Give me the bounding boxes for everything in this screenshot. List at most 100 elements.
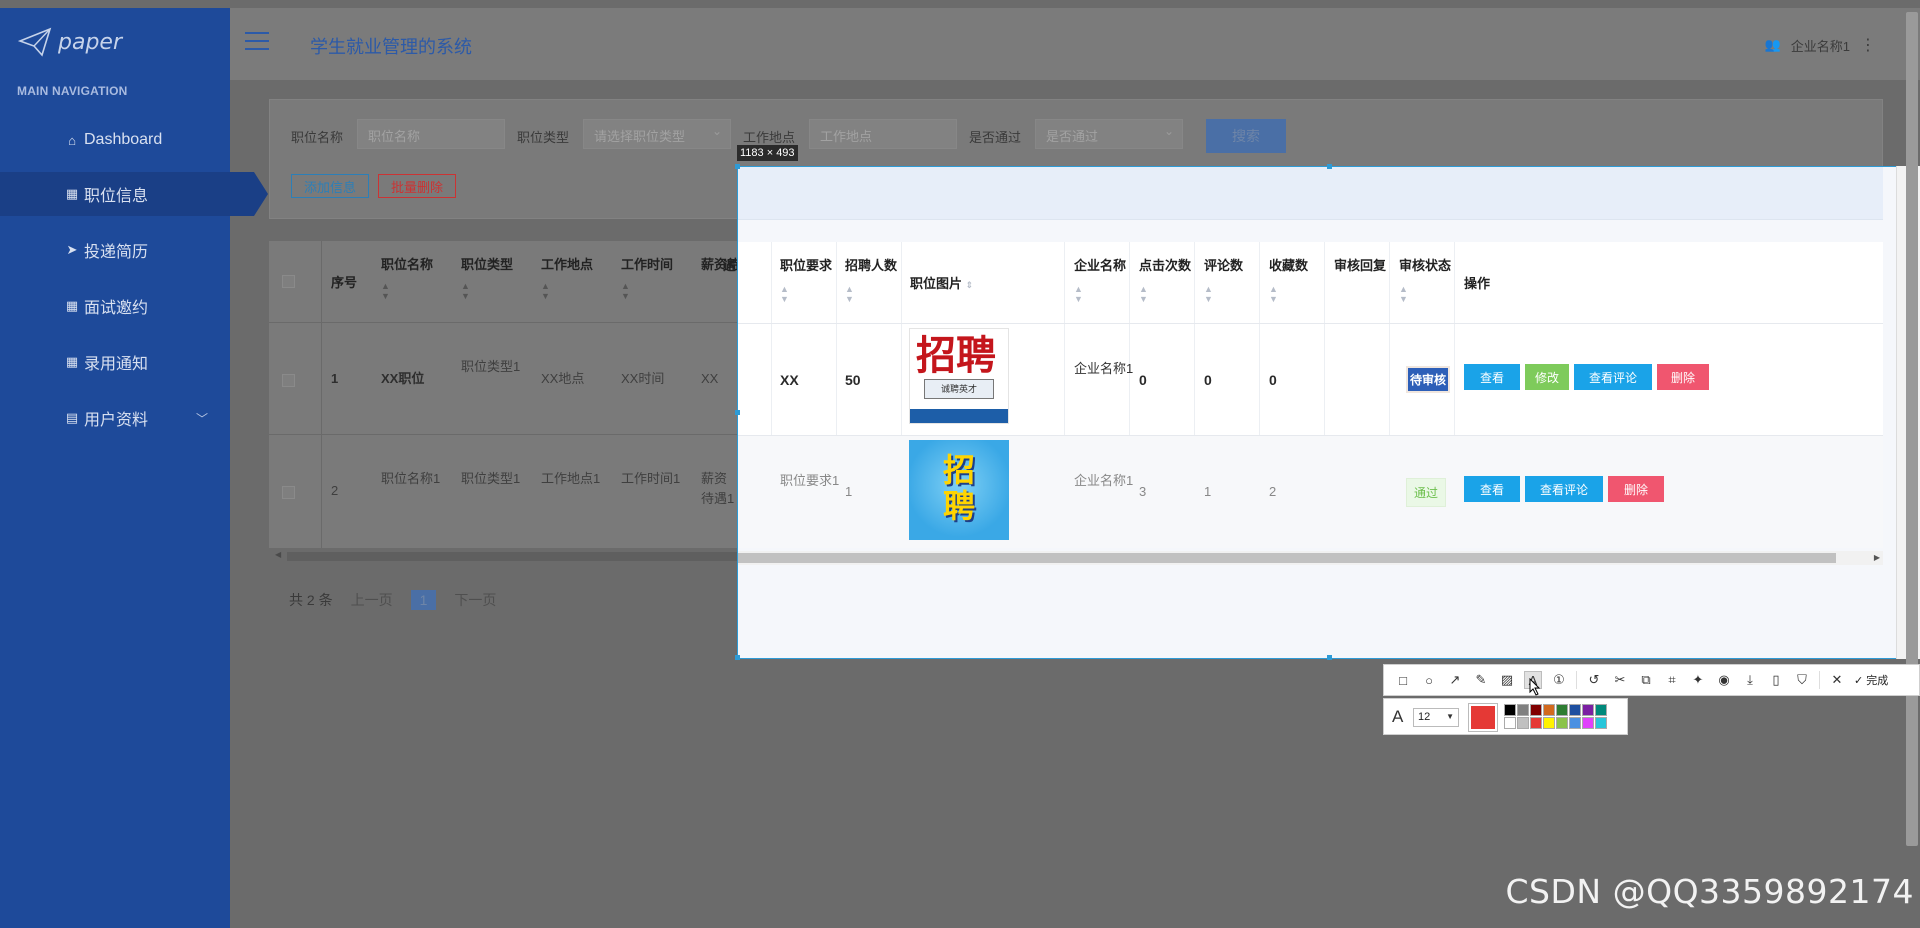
delete-button[interactable]: 删除 (1608, 476, 1664, 502)
sort-icon[interactable]: ▲ ▼ (461, 281, 513, 301)
menu-toggle-icon[interactable] (245, 32, 269, 50)
sort-icon[interactable]: ▲ ▼ (1139, 284, 1191, 304)
sidebar-item-resume[interactable]: ➤ 投递简历 (0, 228, 230, 272)
col-header-requirement[interactable]: 职位要求 ▲ ▼ (780, 256, 832, 304)
page-number-current[interactable]: 1 (410, 590, 437, 610)
col-header-name[interactable]: 职位名称 ▲ ▼ (381, 255, 433, 301)
col-header-image[interactable]: 职位图片 ⇕ (910, 274, 973, 295)
passed-select[interactable]: 是否通过 (1035, 119, 1183, 149)
ellipse-icon[interactable]: ○ (1420, 671, 1438, 689)
col-header-favorites[interactable]: 收藏数 ▲ ▼ (1269, 256, 1308, 304)
view-comments-button[interactable]: 查看评论 (1574, 364, 1652, 390)
ocr-icon[interactable]: ⌗ (1663, 671, 1681, 689)
color-swatch[interactable] (1569, 704, 1581, 716)
job-image-thumbnail[interactable]: 招聘 诚聘英才 (909, 328, 1009, 424)
more-icon[interactable]: ⋮ (1860, 35, 1876, 55)
batch-delete-button[interactable]: 批量删除 (378, 174, 456, 198)
current-color-swatch[interactable] (1468, 703, 1498, 732)
color-swatch[interactable] (1504, 704, 1516, 716)
scroll-left-icon[interactable]: ◀ (275, 550, 281, 559)
prev-page-link[interactable]: 上一页 (351, 590, 393, 610)
sort-icon[interactable]: ▲ ▼ (780, 284, 832, 304)
sidebar-item-offer[interactable]: ▦ 录用通知 (0, 340, 230, 384)
color-swatch[interactable] (1543, 717, 1555, 729)
table-scrollbar-left[interactable]: ◀ (275, 550, 737, 562)
edit-button[interactable]: 修改 (1525, 364, 1569, 390)
color-swatch[interactable] (1530, 704, 1542, 716)
pagination: 共 2 条 上一页 1 下一页 (289, 590, 496, 610)
table-scrollbar[interactable]: ▶ (738, 551, 1883, 565)
sort-icon[interactable]: ▲ ▼ (541, 281, 593, 301)
color-swatch[interactable] (1543, 704, 1555, 716)
bookmark-icon[interactable]: ⛉ (1793, 671, 1811, 689)
mosaic-icon[interactable]: ▨ (1498, 671, 1516, 689)
scrollbar-thumb[interactable] (738, 553, 1836, 563)
user-menu[interactable]: 👥 企业名称1 ⋮ (1765, 35, 1876, 55)
save-icon[interactable]: ▯ (1767, 671, 1785, 689)
cell-name: 职位名称1 (381, 471, 441, 486)
next-page-link[interactable]: 下一页 (454, 590, 496, 610)
rectangle-icon[interactable]: □ (1394, 671, 1412, 689)
sidebar-item-interview[interactable]: ▦ 面试邀约 (0, 284, 230, 328)
sort-icon[interactable]: ▲ ▼ (1204, 284, 1243, 304)
logo[interactable]: paper (18, 22, 122, 62)
color-swatch[interactable] (1504, 717, 1516, 729)
sort-icon[interactable]: ▲ ▼ (1074, 284, 1126, 304)
sidebar-item-job-info[interactable]: ▦ 职位信息 (0, 172, 268, 216)
sort-icon[interactable]: ▲ ▼ (1269, 284, 1308, 304)
color-swatch[interactable] (1556, 717, 1568, 729)
sidebar-item-dashboard[interactable]: ⌂ Dashboard (0, 118, 230, 162)
col-header-count[interactable]: 招聘人数 ▲ ▼ (845, 256, 897, 304)
search-button[interactable]: 搜索 (1206, 119, 1286, 153)
undo-icon[interactable]: ↺ (1585, 671, 1603, 689)
color-swatch[interactable] (1595, 704, 1607, 716)
sort-icon[interactable]: ▲ ▼ (381, 281, 433, 301)
pin-icon[interactable]: ✦ (1689, 671, 1707, 689)
scroll-right-icon[interactable]: ▶ (1871, 551, 1883, 565)
location-input[interactable]: 工作地点 (809, 119, 957, 149)
done-button[interactable]: ✓ 完成 (1854, 672, 1888, 688)
sort-icon[interactable]: ▲ ▼ (621, 281, 673, 301)
page-scrollbar[interactable] (1906, 12, 1918, 846)
col-header-type[interactable]: 职位类型 ▲ ▼ (461, 255, 513, 301)
add-info-button[interactable]: 添加信息 (291, 174, 369, 198)
col-header-location[interactable]: 工作地点 ▲ ▼ (541, 255, 593, 301)
job-type-select[interactable]: 请选择职位类型 (583, 119, 731, 149)
download-icon[interactable]: ⤓ (1741, 671, 1759, 689)
color-swatch[interactable] (1530, 717, 1542, 729)
cut-icon[interactable]: ✂ (1611, 671, 1629, 689)
color-swatch[interactable] (1556, 704, 1568, 716)
sort-icon[interactable]: ▲ ▼ (1399, 284, 1451, 304)
col-header-label: 职位要求 (780, 258, 833, 273)
arrow-icon[interactable]: ↗ (1446, 671, 1464, 689)
color-swatch[interactable] (1569, 717, 1581, 729)
sort-icon[interactable]: ▲ ▼ (845, 284, 897, 304)
col-header-time[interactable]: 工作时间 ▲ ▼ (621, 255, 673, 301)
number-icon[interactable]: ① (1550, 671, 1568, 689)
color-swatch[interactable] (1582, 704, 1594, 716)
col-header-clicks[interactable]: 点击次数 ▲ ▼ (1139, 256, 1191, 304)
view-button[interactable]: 查看 (1464, 476, 1520, 502)
sidebar-item-user-profile[interactable]: ▤ 用户资料 ﹀ (0, 396, 230, 440)
col-header-company[interactable]: 企业名称 ▲ ▼ (1074, 256, 1126, 304)
view-button[interactable]: 查看 (1464, 364, 1520, 390)
color-swatch[interactable] (1517, 704, 1529, 716)
close-icon[interactable]: ✕ (1828, 671, 1846, 689)
job-image-thumbnail[interactable]: 招聘 (909, 440, 1009, 540)
col-header-status[interactable]: 审核状态 ▲ ▼ (1399, 256, 1451, 304)
job-name-input[interactable]: 职位名称 (357, 119, 505, 149)
col-header-comments[interactable]: 评论数 ▲ ▼ (1204, 256, 1243, 304)
font-size-select[interactable]: 12 (1413, 708, 1459, 727)
record-icon[interactable]: ◉ (1715, 671, 1733, 689)
color-swatch[interactable] (1582, 717, 1594, 729)
view-comments-button[interactable]: 查看评论 (1525, 476, 1603, 502)
color-swatch[interactable] (1595, 717, 1607, 729)
color-swatch[interactable] (1517, 717, 1529, 729)
sidebar-item-label: 用户资料 (84, 412, 149, 429)
pen-icon[interactable]: ✎ (1472, 671, 1490, 689)
sort-icon[interactable]: ⇕ (966, 280, 974, 290)
copy-icon[interactable]: ⧉ (1637, 671, 1655, 689)
capture-region[interactable]: 遇 职位要求 ▲ ▼ 招聘人数 ▲ ▼ 职位图片 ⇕ 企业名称 ▲ ▼ 点击次数 ▲ ▼ 评论数… (723, 164, 1920, 660)
delete-button[interactable]: 删除 (1657, 364, 1709, 390)
scrollbar-thumb[interactable] (287, 552, 737, 561)
